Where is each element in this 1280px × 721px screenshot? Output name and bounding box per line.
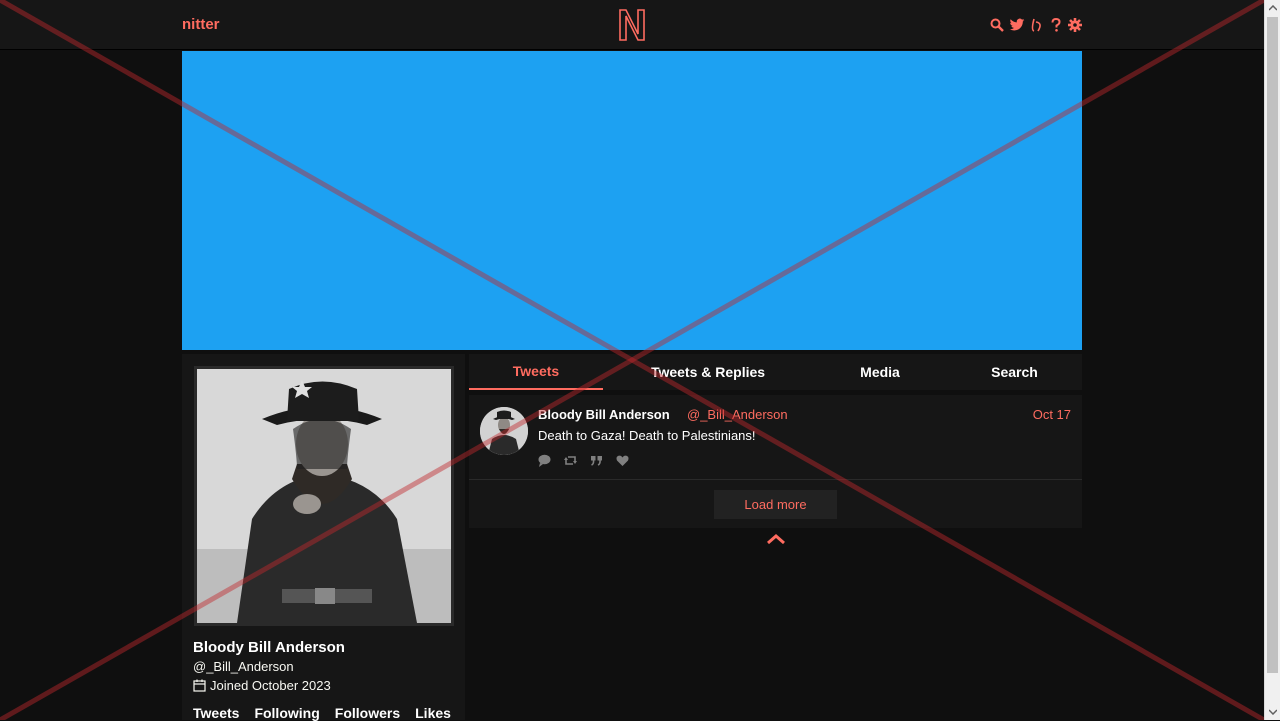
help-icon[interactable]: [1049, 18, 1063, 32]
tweet-avatar[interactable]: [480, 407, 528, 455]
twitter-icon[interactable]: [1009, 17, 1025, 33]
tweet-fullname[interactable]: Bloody Bill Anderson: [538, 407, 670, 422]
retweet-icon[interactable]: [564, 454, 577, 467]
scroll-up-icon[interactable]: [1265, 0, 1280, 16]
profile-fullname[interactable]: Bloody Bill Anderson: [193, 639, 345, 656]
search-icon[interactable]: [990, 18, 1004, 32]
heart-icon[interactable]: [616, 454, 629, 467]
profile-card: Bloody Bill Anderson @_Bill_Anderson Joi…: [182, 354, 465, 721]
tab-tweets-replies[interactable]: Tweets & Replies: [603, 354, 813, 390]
stat-followers[interactable]: Followers: [335, 705, 400, 721]
stat-following[interactable]: Following: [254, 705, 319, 721]
comment-icon[interactable]: [538, 454, 551, 467]
tab-tweets[interactable]: Tweets: [469, 354, 603, 390]
scroll-down-icon[interactable]: [1265, 704, 1280, 720]
profile-banner[interactable]: [182, 51, 1082, 350]
nav-icons: [990, 16, 1082, 34]
tweet-date[interactable]: Oct 17: [1033, 407, 1071, 422]
tweet-actions: [538, 454, 629, 467]
scrollbar[interactable]: [1264, 0, 1280, 720]
nitter-logo-icon[interactable]: [618, 8, 646, 42]
tweet-avatar-image: [480, 407, 528, 455]
tab-media[interactable]: Media: [813, 354, 947, 390]
brand-link[interactable]: nitter: [182, 16, 220, 33]
tweet-text: Death to Gaza! Death to Palestinians!: [538, 428, 756, 443]
profile-joindate: Joined October 2023: [193, 678, 331, 693]
tab-search[interactable]: Search: [947, 354, 1082, 390]
profile-stats: Tweets Following Followers Likes: [193, 705, 451, 721]
profile-username[interactable]: @_Bill_Anderson: [193, 659, 294, 674]
scroll-thumb[interactable]: [1267, 17, 1278, 673]
timeline-tabs: Tweets Tweets & Replies Media Search: [469, 354, 1082, 390]
load-more-button[interactable]: Load more: [714, 490, 837, 519]
profile-avatar[interactable]: [194, 366, 454, 626]
tweet-username[interactable]: @_Bill_Anderson: [687, 407, 788, 422]
timeline: Bloody Bill Anderson @_Bill_Anderson Oct…: [469, 395, 1082, 528]
chevron-up-icon[interactable]: [766, 533, 786, 545]
settings-icon[interactable]: [1068, 18, 1082, 32]
stat-tweets[interactable]: Tweets: [193, 705, 239, 721]
navbar: nitter: [0, 0, 1264, 50]
stat-likes[interactable]: Likes: [415, 705, 451, 721]
calendar-icon: [193, 679, 206, 692]
joindate-label: Joined October 2023: [210, 678, 331, 693]
tweet-item[interactable]: Bloody Bill Anderson @_Bill_Anderson Oct…: [469, 395, 1082, 480]
rss-icon[interactable]: [1030, 18, 1044, 32]
portrait-image: [197, 369, 451, 623]
quote-icon[interactable]: [590, 454, 603, 467]
